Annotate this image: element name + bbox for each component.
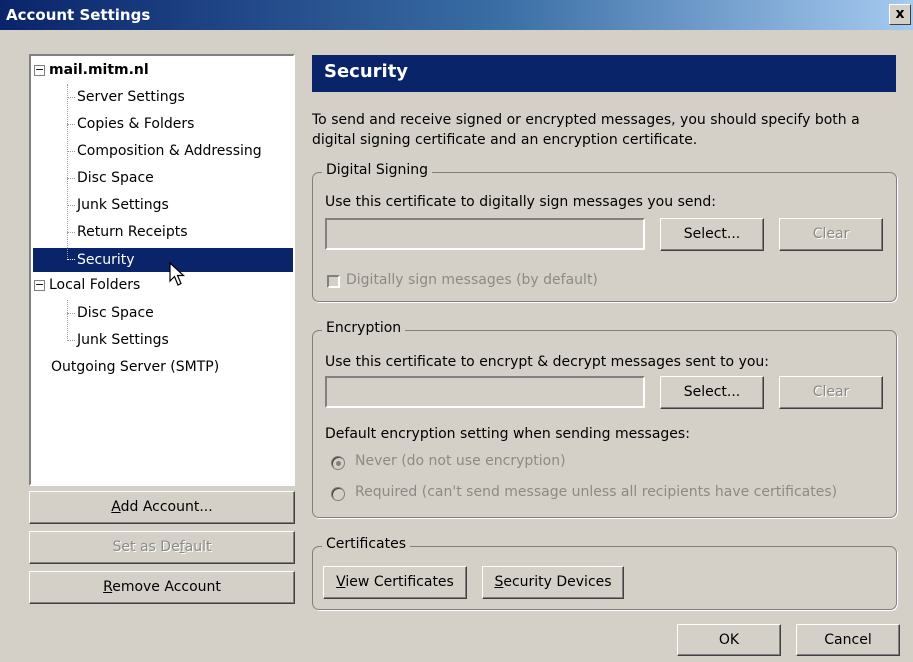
add-account-button[interactable]: Add Account... <box>29 491 295 524</box>
encryption-certificate-field[interactable] <box>325 376 645 408</box>
digital-signing-legend: Digital Signing <box>322 162 433 178</box>
set-default-label-pre: Set as De <box>112 539 180 555</box>
remove-account-accesskey: R <box>103 579 113 595</box>
collapse-icon[interactable]: − <box>34 64 45 76</box>
encryption-instruction: Use this certificate to encrypt & decryp… <box>325 354 770 370</box>
tree-guide-line <box>67 232 75 233</box>
default-encryption-label: Default encryption setting when sending … <box>325 426 690 442</box>
view-certificates-label: iew Certificates <box>345 574 454 590</box>
mouse-cursor-icon <box>169 262 186 286</box>
sign-by-default-label: Digitally sign messages (by default) <box>346 272 598 288</box>
window-title: Account Settings <box>6 6 151 24</box>
tree-guide-line <box>67 178 75 179</box>
sign-by-default-checkbox[interactable] <box>327 275 340 288</box>
encryption-required-radio[interactable] <box>331 487 345 501</box>
encryption-never-radio[interactable] <box>331 456 345 470</box>
view-certificates-button[interactable]: View Certificates <box>323 566 467 599</box>
close-icon: x <box>895 6 905 22</box>
signing-select-button[interactable]: Select... <box>660 218 764 251</box>
cancel-button[interactable]: Cancel <box>796 624 900 656</box>
tree-guide-line <box>67 300 68 341</box>
ok-button[interactable]: OK <box>677 624 781 656</box>
tree-item-return-receipts[interactable]: Return Receipts <box>77 221 188 243</box>
tree-guide-line <box>67 97 75 98</box>
security-devices-accesskey: S <box>494 574 504 590</box>
remove-account-button[interactable]: Remove Account <box>29 571 295 604</box>
panel-title: Security <box>312 55 896 92</box>
tree-item-server-settings[interactable]: Server Settings <box>77 86 185 108</box>
tree-item-local-junk-settings[interactable]: Junk Settings <box>77 329 169 351</box>
close-button[interactable]: x <box>889 4 911 25</box>
tree-guide-line <box>67 151 75 152</box>
signing-instruction: Use this certificate to digitally sign m… <box>325 194 716 210</box>
add-account-label-post: dd Account... <box>120 499 213 515</box>
add-account-accesskey: A <box>111 499 121 515</box>
remove-account-label-post: emove Account <box>112 579 221 595</box>
tree-guide-line <box>67 205 75 206</box>
encryption-clear-button[interactable]: Clear <box>779 376 883 409</box>
tree-guide-line <box>67 313 75 314</box>
encryption-select-button[interactable]: Select... <box>660 376 764 409</box>
tree-guide-line <box>67 84 68 260</box>
collapse-icon[interactable]: − <box>34 279 45 291</box>
tree-item-outgoing-server[interactable]: Outgoing Server (SMTP) <box>51 356 219 378</box>
tree-guide-line <box>67 124 75 125</box>
certificates-legend: Certificates <box>322 536 411 552</box>
encryption-never-label: Never (do not use encryption) <box>355 453 566 469</box>
tree-item-disc-space[interactable]: Disc Space <box>77 167 154 189</box>
tree-item-account[interactable]: mail.mitm.nl <box>49 59 149 81</box>
tree-selection-highlight <box>33 248 293 272</box>
signing-certificate-field[interactable] <box>325 218 645 250</box>
tree-guide-line <box>67 340 75 341</box>
tree-item-junk-settings[interactable]: Junk Settings <box>77 194 169 216</box>
encryption-legend: Encryption <box>322 320 406 336</box>
encryption-required-label: Required (can't send message unless all … <box>355 484 838 500</box>
set-default-button[interactable]: Set as Default <box>29 531 295 564</box>
tree-guide-line <box>67 259 75 260</box>
security-devices-button[interactable]: Security Devices <box>482 566 624 599</box>
panel-description: To send and receive signed or encrypted … <box>312 112 860 148</box>
tree-item-security[interactable]: Security <box>77 249 135 271</box>
security-devices-label: ecurity Devices <box>503 574 612 590</box>
title-bar: Account Settings x <box>0 0 913 30</box>
set-default-label-post: ault <box>184 539 212 555</box>
account-tree[interactable]: − mail.mitm.nl Server Settings Copies & … <box>29 54 295 486</box>
tree-item-copies-folders[interactable]: Copies & Folders <box>77 113 194 135</box>
tree-item-local-disc-space[interactable]: Disc Space <box>77 302 154 324</box>
tree-item-composition[interactable]: Composition & Addressing <box>77 140 262 162</box>
signing-clear-button[interactable]: Clear <box>779 218 883 251</box>
tree-item-local-folders[interactable]: Local Folders <box>49 274 140 296</box>
